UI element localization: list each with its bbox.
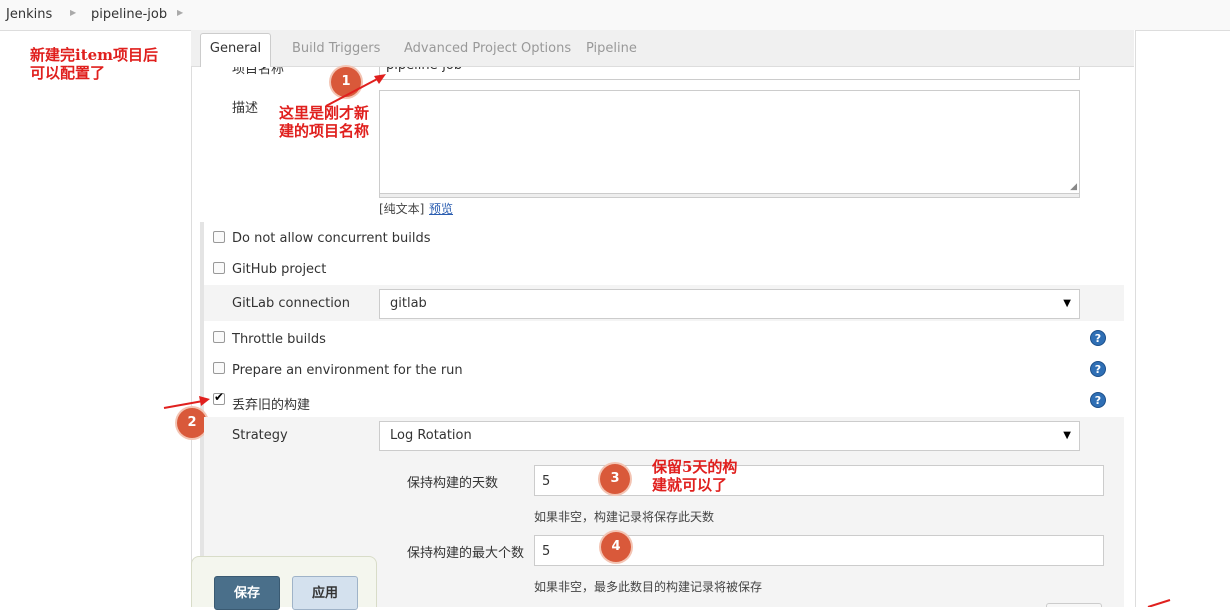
strategy-select[interactable]: Log Rotation ▼ <box>379 421 1080 451</box>
save-button[interactable]: 保存 <box>214 576 280 610</box>
max-builds-help: 如果非空，最多此数目的构建记录将被保存 <box>534 580 763 594</box>
annotation-retention-note: 保留5天的构 建就可以了 <box>652 458 738 494</box>
dropdown-caret-icon: ▼ <box>1063 430 1071 441</box>
annotation-badge-4: 4 <box>601 532 631 562</box>
max-builds-label: 保持构建的最大个数 <box>407 546 525 561</box>
days-to-keep-label: 保持构建的天数 <box>407 476 499 491</box>
strategy-label: Strategy <box>232 428 288 443</box>
annotation-badge-2: 2 <box>177 408 207 438</box>
partial-button[interactable] <box>1046 603 1102 607</box>
annotation-badge-3: 3 <box>600 464 630 494</box>
days-to-keep-help: 如果非空，构建记录将保存此天数 <box>534 510 715 524</box>
apply-button[interactable]: 应用 <box>292 576 358 610</box>
